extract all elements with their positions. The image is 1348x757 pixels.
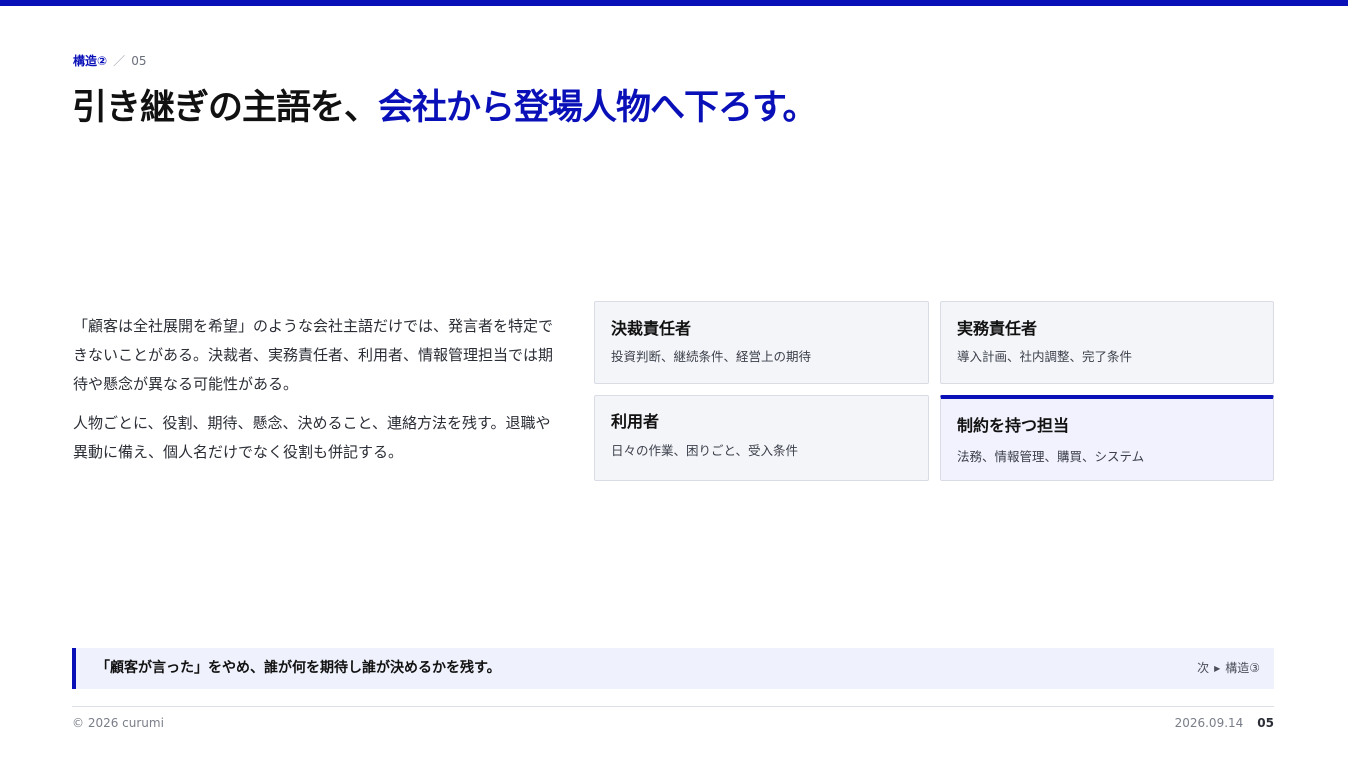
body-paragraph: 人物ごとに、役割、期待、懸念、決めること、連絡方法を残す。退職や異動に備え、個人… xyxy=(73,414,551,461)
top-accent-bar xyxy=(0,0,1348,6)
copyright: © 2026 curumi xyxy=(72,716,164,730)
role-card-practical-lead: 実務責任者 導入計画、社内調整、完了条件 xyxy=(940,301,1274,384)
body-paragraph: 「顧客は全社展開を希望」のような会社主語だけでは、発言者を特定できないことがある… xyxy=(73,317,554,393)
role-card-title: 利用者 xyxy=(611,412,660,431)
page-ref: 05 xyxy=(131,54,147,68)
page-number: 05 xyxy=(1257,716,1274,730)
next-target: 構造③ xyxy=(1225,661,1260,675)
role-card-decision-maker: 決裁責任者 投資判断、継続条件、経営上の期待 xyxy=(594,301,929,384)
role-card-description: 日々の作業、困りごと、受入条件 xyxy=(611,443,799,458)
role-card-description: 投資判断、継続条件、経営上の期待 xyxy=(611,349,812,364)
role-card-title: 制約を持つ担当 xyxy=(957,416,1070,435)
page-title: 引き継ぎの主語を、会社から登場人物へ下ろす。 xyxy=(72,86,818,130)
role-card-title: 決裁責任者 xyxy=(611,319,692,338)
role-card-constraint-owner: 制約を持つ担当 法務、情報管理、購買、システム xyxy=(940,395,1274,481)
footer-divider xyxy=(72,706,1274,707)
callout-message: 「顧客が言った」をやめ、誰が何を期待し誰が決めるかを残す。 xyxy=(96,660,501,676)
key-message-callout: 「顧客が言った」をやめ、誰が何を期待し誰が決めるかを残す。 次 ▶ 構造③ xyxy=(72,648,1274,689)
role-card-user: 利用者 日々の作業、困りごと、受入条件 xyxy=(594,395,929,481)
title-accent: 会社から登場人物へ下ろす。 xyxy=(378,88,818,128)
next-label: 次 xyxy=(1197,661,1210,675)
body-text: 「顧客は全社展開を希望」のような会社主語だけでは、発言者を特定できないことがある… xyxy=(73,312,557,477)
play-arrow-icon: ▶ xyxy=(1214,664,1221,673)
role-card-title: 実務責任者 xyxy=(957,319,1038,338)
footer-meta: 2026.09.14 05 xyxy=(1175,715,1274,731)
section-label: 構造② xyxy=(73,54,108,68)
title-lead: 引き継ぎの主語を、 xyxy=(72,88,379,128)
next-section-link[interactable]: 次 ▶ 構造③ xyxy=(1197,660,1260,677)
role-card-description: 導入計画、社内調整、完了条件 xyxy=(957,349,1133,364)
breadcrumb-separator: ／ xyxy=(113,54,126,68)
role-card-description: 法務、情報管理、購買、システム xyxy=(957,449,1145,464)
footer-date: 2026.09.14 xyxy=(1174,716,1244,730)
breadcrumb: 構造② ／ 05 xyxy=(73,53,146,69)
